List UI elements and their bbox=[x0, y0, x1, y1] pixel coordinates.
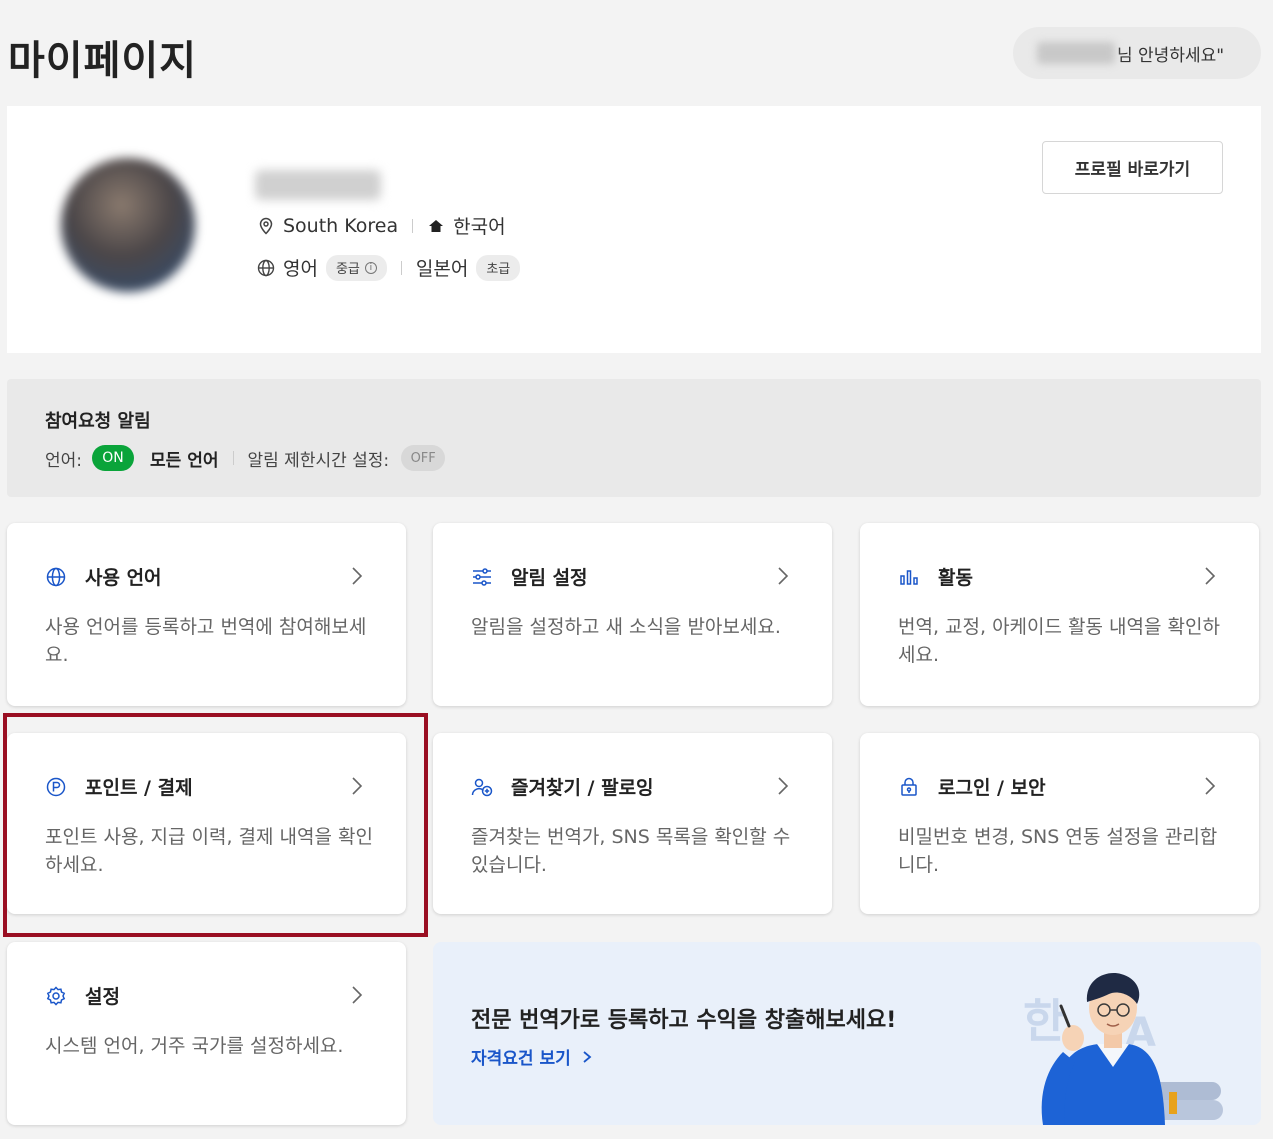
divider bbox=[232, 451, 234, 465]
card-title: 활동 bbox=[938, 567, 973, 589]
page-title: 마이페이지 bbox=[8, 38, 197, 84]
globe-icon bbox=[45, 566, 67, 588]
requirements-link-text: 자격요건 보기 bbox=[471, 1049, 571, 1069]
avatar bbox=[61, 158, 195, 292]
card-notification-settings[interactable]: 알림 설정 알림을 설정하고 새 소식을 받아보세요. bbox=[433, 523, 832, 706]
card-title: 즐겨찾기 / 팔로잉 bbox=[511, 777, 654, 799]
card-title: 로그인 / 보안 bbox=[938, 777, 1046, 799]
card-activity[interactable]: 활동 번역, 교정, 아케이드 활동 내역을 확인하세요. bbox=[860, 523, 1259, 706]
greeting-text: 님 안녕하세요" bbox=[1117, 45, 1225, 66]
point-icon bbox=[45, 776, 67, 798]
time-limit-toggle[interactable]: OFF bbox=[401, 445, 446, 471]
time-limit-label: 알림 제한시간 설정: bbox=[247, 450, 390, 471]
promo-title: 전문 번역가로 등록하고 수익을 창출해보세요! bbox=[471, 1008, 897, 1033]
home-icon bbox=[427, 217, 445, 235]
card-title: 설정 bbox=[85, 986, 120, 1008]
card-description: 비밀번호 변경, SNS 연동 설정을 관리합니다. bbox=[898, 826, 1218, 876]
card-title: 포인트 / 결제 bbox=[85, 777, 193, 799]
card-login-security[interactable]: 로그인 / 보안 비밀번호 변경, SNS 연동 설정을 관리합니다. bbox=[860, 733, 1259, 914]
profile-card: South Korea 한국어 영어 중급 i 일본어 초급 프로필 바로가기 bbox=[7, 106, 1261, 353]
language-level-badge: 초급 bbox=[476, 254, 521, 281]
card-description: 번역, 교정, 아케이드 활동 내역을 확인하세요. bbox=[898, 616, 1220, 666]
gear-icon bbox=[45, 985, 67, 1007]
language-level-badge[interactable]: 중급 i bbox=[325, 254, 387, 281]
card-title: 사용 언어 bbox=[85, 567, 162, 589]
chevron-right-icon bbox=[1205, 777, 1216, 795]
chevron-right-icon bbox=[352, 567, 363, 585]
participation-alert-panel: 참여요청 알림 언어: ON 모든 언어 알림 제한시간 설정: OFF bbox=[7, 379, 1261, 497]
sliders-icon bbox=[471, 566, 493, 588]
chevron-right-icon bbox=[778, 567, 789, 585]
language-label: 언어: bbox=[45, 450, 83, 471]
card-languages[interactable]: 사용 언어 사용 언어를 등록하고 번역에 참여해보세요. bbox=[7, 523, 406, 706]
card-description: 즐겨찾는 번역가, SNS 목록을 확인할 수 있습니다. bbox=[471, 826, 791, 876]
card-description: 포인트 사용, 지급 이력, 결제 내역을 확인하세요. bbox=[45, 826, 373, 876]
card-title: 알림 설정 bbox=[511, 567, 588, 589]
user-plus-icon bbox=[471, 776, 493, 798]
requirements-link[interactable]: 자격요건 보기 bbox=[471, 1044, 595, 1069]
alert-language-value: 모든 언어 bbox=[150, 450, 219, 471]
chevron-right-icon bbox=[1205, 567, 1216, 585]
username-redacted bbox=[255, 170, 381, 200]
translator-promo-banner: 전문 번역가로 등록하고 수익을 창출해보세요! 자격요건 보기 한 A bbox=[433, 942, 1261, 1125]
panel-title: 참여요청 알림 bbox=[45, 411, 151, 432]
alert-settings-row: 언어: ON 모든 언어 알림 제한시간 설정: OFF bbox=[45, 445, 446, 471]
card-settings[interactable]: 설정 시스템 언어, 거주 국가를 설정하세요. bbox=[7, 942, 406, 1125]
card-description: 알림을 설정하고 새 소식을 받아보세요. bbox=[471, 616, 781, 638]
chevron-right-icon bbox=[583, 1050, 592, 1063]
location-pin-icon bbox=[257, 217, 275, 235]
art-letter-korean: 한 bbox=[1023, 994, 1065, 1048]
chevron-right-icon bbox=[352, 777, 363, 795]
profile-languages-row: 영어 중급 i 일본어 초급 bbox=[257, 254, 521, 281]
lock-icon bbox=[898, 776, 920, 798]
language-level-text: 중급 bbox=[335, 262, 360, 277]
divider bbox=[412, 218, 414, 233]
globe-icon bbox=[257, 259, 275, 277]
language-name: 영어 bbox=[283, 258, 318, 280]
chevron-right-icon bbox=[352, 986, 363, 1004]
bar-chart-icon bbox=[898, 566, 920, 588]
chevron-right-icon bbox=[778, 777, 789, 795]
card-description: 사용 언어를 등록하고 번역에 참여해보세요. bbox=[45, 616, 367, 666]
divider bbox=[400, 260, 402, 275]
location-text: South Korea bbox=[283, 214, 399, 237]
profile-location-row: South Korea 한국어 bbox=[257, 212, 506, 239]
language-level-text: 초급 bbox=[486, 262, 511, 277]
language-name: 일본어 bbox=[415, 258, 469, 280]
greeting-pill: 님 안녕하세요" bbox=[1013, 27, 1261, 79]
card-favorites-following[interactable]: 즐겨찾기 / 팔로잉 즐겨찾는 번역가, SNS 목록을 확인할 수 있습니다. bbox=[433, 733, 832, 914]
language-alert-toggle[interactable]: ON bbox=[92, 445, 135, 471]
translator-illustration: 한 A bbox=[1023, 973, 1223, 1125]
username-redacted bbox=[1037, 42, 1115, 64]
info-icon[interactable]: i bbox=[364, 261, 377, 274]
card-points-payment[interactable]: 포인트 / 결제 포인트 사용, 지급 이력, 결제 내역을 확인하세요. bbox=[7, 733, 406, 914]
card-description: 시스템 언어, 거주 국가를 설정하세요. bbox=[45, 1035, 344, 1057]
profile-shortcut-button[interactable]: 프로필 바로가기 bbox=[1042, 141, 1223, 194]
native-language-text: 한국어 bbox=[453, 216, 506, 238]
